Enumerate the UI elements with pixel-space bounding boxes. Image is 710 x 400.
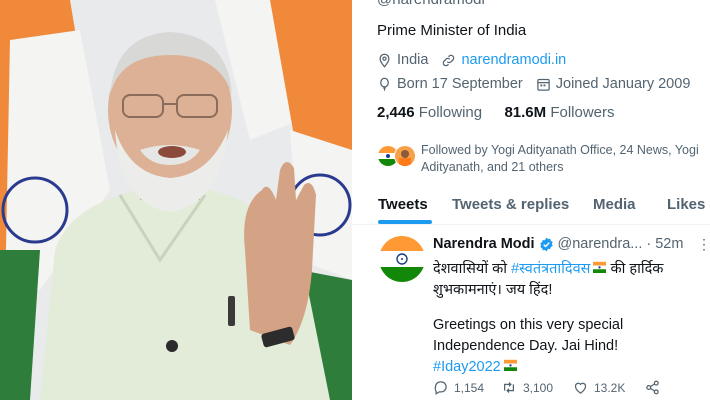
link-icon (441, 53, 456, 68)
tweet[interactable]: Narendra Modi @narendra... · 52m ⋮ देशवा… (352, 226, 710, 400)
more-options-icon[interactable]: ⋮ (697, 236, 710, 253)
calendar-icon (536, 77, 551, 92)
tweet-line-3: Greetings on this very special (433, 317, 624, 333)
tweet-line-1-prefix: देशवासियों को (433, 261, 512, 277)
heart-icon (574, 382, 587, 394)
tweet-line-2: शुभकामनाएं। जय हिंद! (433, 282, 553, 298)
location-pin-icon (377, 53, 392, 68)
reply-button[interactable]: 1,154 (433, 380, 501, 395)
followers-link[interactable]: 81.6M Followers (504, 104, 614, 121)
tweet-separator: · (646, 236, 652, 252)
india-flag-emoji-icon (593, 261, 607, 274)
tab-media[interactable]: Media (593, 196, 636, 213)
profile-tabs: Tweets Tweets & replies Media Likes (352, 184, 710, 225)
profile-born: Born 17 September (397, 76, 523, 92)
follow-stats: 2,446 Following 81.6M Followers (377, 104, 615, 121)
tab-likes[interactable]: Likes (667, 196, 705, 213)
profile-bio: Prime Minister of India (377, 22, 527, 39)
profile-website-link[interactable]: narendramodi.in (461, 52, 566, 68)
reply-count: 1,154 (454, 380, 485, 395)
tweet-body: देशवासियों को #स्वतंत्रतादिवस की हार्दिक… (433, 259, 705, 378)
tweet-header: Narendra Modi @narendra... · 52m (433, 236, 683, 252)
share-button[interactable] (645, 380, 666, 395)
tab-tweets[interactable]: Tweets (378, 196, 428, 213)
retweet-count: 3,100 (523, 380, 554, 395)
retweet-button[interactable]: 3,100 (501, 380, 573, 395)
active-tab-indicator (378, 220, 432, 224)
followers-count: 81.6M (504, 104, 547, 121)
follower-avatars (377, 143, 421, 169)
tweet-line-5: #Iday2022 (433, 357, 705, 378)
india-flag-emoji-icon (503, 359, 517, 372)
verified-badge-icon (539, 237, 554, 252)
followed-by-row[interactable]: Followed by Yogi Adityanath Office, 24 N… (377, 141, 707, 177)
followed-by-text: Followed by Yogi Adityanath Office, 24 N… (421, 143, 699, 174)
twitter-profile-panel: @narendramodi Prime Minister of India In… (352, 0, 710, 400)
like-button[interactable]: 13.2K (573, 380, 645, 395)
tweet-actions: 1,154 3,100 13.2K (433, 380, 666, 395)
profile-location: India (397, 52, 429, 68)
video-still-photo (0, 0, 352, 400)
tab-tweets-replies[interactable]: Tweets & replies (452, 196, 569, 213)
like-count: 13.2K (594, 380, 626, 395)
following-link[interactable]: 2,446 Following (377, 104, 482, 121)
hashtag-link-2[interactable]: #Iday2022 (433, 359, 501, 375)
tweet-author-name[interactable]: Narendra Modi (433, 236, 535, 252)
profile-meta-row-1: India narendramodi.in (377, 52, 566, 68)
profile-meta-row-2: Born 17 September Joined January 2009 (377, 76, 690, 92)
profile-handle: @narendramodi (377, 0, 485, 8)
tweet-line-1: देशवासियों को #स्वतंत्रतादिवस की हार्दिक (433, 259, 705, 280)
tweet-avatar[interactable] (379, 236, 425, 282)
tweet-line-1-suffix: की हार्दिक (606, 261, 664, 277)
tweet-line-4: Independence Day. Jai Hind! (433, 338, 619, 354)
share-icon (646, 380, 659, 395)
tweet-author-username[interactable]: @narendra... (558, 236, 643, 252)
following-count: 2,446 (377, 104, 415, 121)
tweet-timestamp[interactable]: 52m (655, 236, 683, 252)
retweet-icon (504, 382, 514, 393)
profile-joined: Joined January 2009 (555, 76, 691, 92)
followers-label: Followers (550, 104, 615, 121)
hashtag-link[interactable]: #स्वतंत्रतादिवस (511, 261, 590, 277)
reply-icon (434, 381, 447, 395)
speaker-photo-illustration (0, 0, 352, 400)
balloon-icon (377, 77, 392, 92)
following-label: Following (418, 104, 483, 121)
india-flag-avatar-icon (379, 236, 425, 282)
